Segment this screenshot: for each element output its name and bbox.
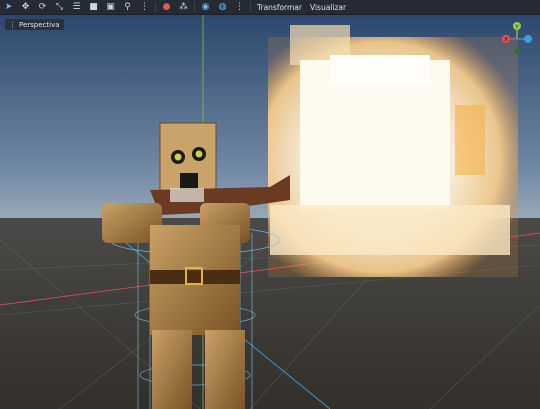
lock-icon[interactable]: ■ (85, 0, 102, 14)
snap-icon[interactable]: ⋮ (136, 0, 153, 14)
perspective-button[interactable]: ⋮ Perspectiva (5, 19, 64, 30)
toolbar-separator (250, 2, 251, 12)
muzzle-flash (268, 25, 518, 277)
list-select-icon[interactable]: ☰ (68, 0, 85, 14)
menu-view[interactable]: Visualizar (306, 3, 350, 12)
local-space-icon[interactable]: ⁂ (175, 0, 192, 14)
camera-icon[interactable]: ● (158, 0, 175, 14)
gizmo-x-label: X (504, 37, 508, 43)
editor-toolbar: ➤ ✥ ⟳ ⤡ ☰ ■ ▣ ⚲ ⋮ ● ⁂ ◉ ◍ ⋮ Transformar … (0, 0, 540, 15)
toolbar-separator (194, 2, 195, 12)
scale-tool-icon[interactable]: ⤡ (51, 0, 68, 14)
group-icon[interactable]: ▣ (102, 0, 119, 14)
viewport-scene (0, 15, 540, 409)
gizmo-neg-y-icon[interactable] (514, 48, 520, 54)
bone-icon[interactable]: ⚲ (119, 0, 136, 14)
move-tool-icon[interactable]: ✥ (17, 0, 34, 14)
menu-dots-icon: ⋮ (9, 20, 16, 29)
globe-icon[interactable]: ◍ (214, 0, 231, 14)
perspective-label: Perspectiva (19, 20, 60, 29)
orientation-gizmo[interactable]: Y X (500, 19, 534, 59)
gizmo-z-icon[interactable] (524, 35, 532, 43)
rotate-tool-icon[interactable]: ⟳ (34, 0, 51, 14)
select-tool-icon[interactable]: ➤ (0, 0, 17, 14)
more-icon[interactable]: ⋮ (231, 0, 248, 14)
menu-transform[interactable]: Transformar (253, 3, 306, 12)
snap-grid-icon[interactable]: ◉ (197, 0, 214, 14)
3d-viewport[interactable]: ⋮ Perspectiva Y X (0, 15, 540, 409)
toolbar-separator (155, 2, 156, 12)
